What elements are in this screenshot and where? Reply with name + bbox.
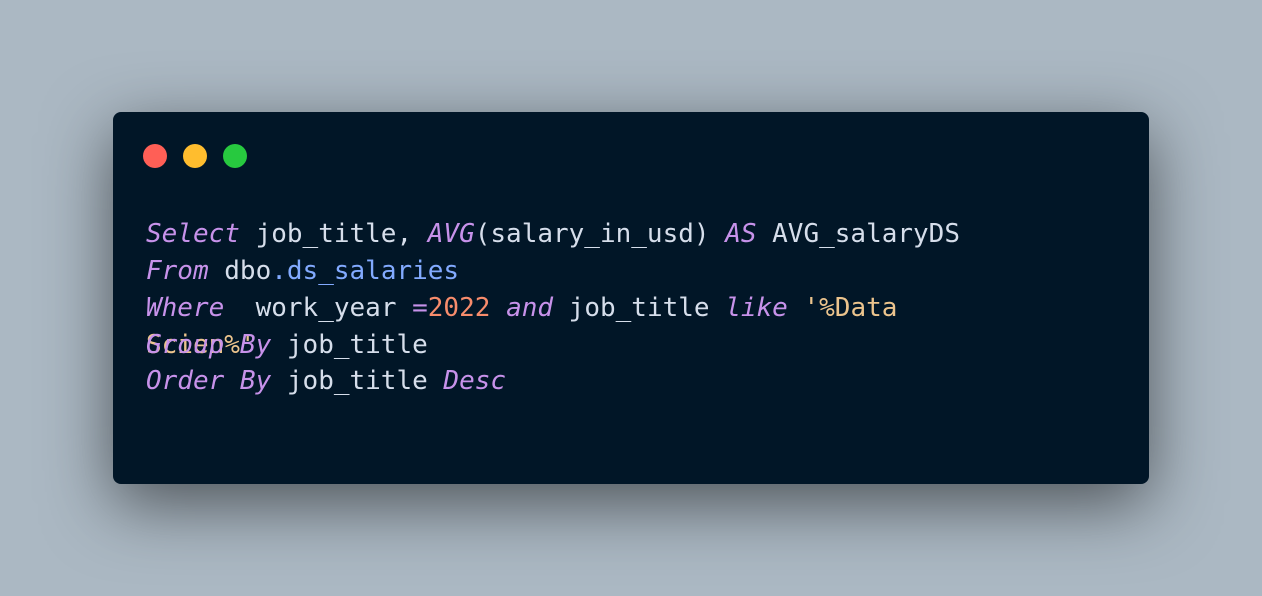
string-literal: '%Data — [803, 293, 898, 323]
code-text: job_title — [553, 293, 726, 323]
code-line-5: Order By job_title Desc — [146, 363, 506, 400]
window-controls — [143, 144, 247, 168]
code-text: (salary_in_usd) — [474, 219, 726, 249]
keyword-avg: AVG — [427, 219, 475, 249]
maximize-dot-icon[interactable] — [223, 144, 247, 168]
keyword-from: From — [146, 256, 209, 286]
number-literal: 2022 — [427, 293, 491, 323]
code-line-2: From dbo.ds_salaries — [146, 253, 459, 290]
code-text: dbo — [208, 256, 272, 286]
code-text: job_title — [271, 330, 428, 360]
keyword-select: Select — [146, 219, 240, 249]
keyword-like: like — [725, 293, 788, 323]
code-text: job_title — [271, 366, 444, 396]
keyword-where: Where — [146, 293, 225, 323]
operator-equals: = — [412, 293, 428, 323]
code-line-1: Select job_title, AVG(salary_in_usd) AS … — [146, 216, 960, 253]
close-dot-icon[interactable] — [143, 144, 167, 168]
code-line-3: Where work_year =2022 and job_title like… — [146, 290, 897, 327]
code-text: AVG_salaryDS — [756, 219, 960, 249]
keyword-as: AS — [725, 219, 757, 249]
code-text: work_year — [224, 293, 413, 323]
code-text: job_title, — [239, 219, 428, 249]
table-name: .ds_salaries — [271, 256, 460, 286]
keyword-group-by: Group By — [146, 330, 272, 360]
keyword-desc: Desc — [443, 366, 507, 396]
keyword-order-by: Order By — [146, 366, 272, 396]
code-line-4: Group By job_title — [146, 327, 428, 364]
minimize-dot-icon[interactable] — [183, 144, 207, 168]
code-window: Select job_title, AVG(salary_in_usd) AS … — [113, 112, 1149, 484]
keyword-and: and — [506, 293, 554, 323]
